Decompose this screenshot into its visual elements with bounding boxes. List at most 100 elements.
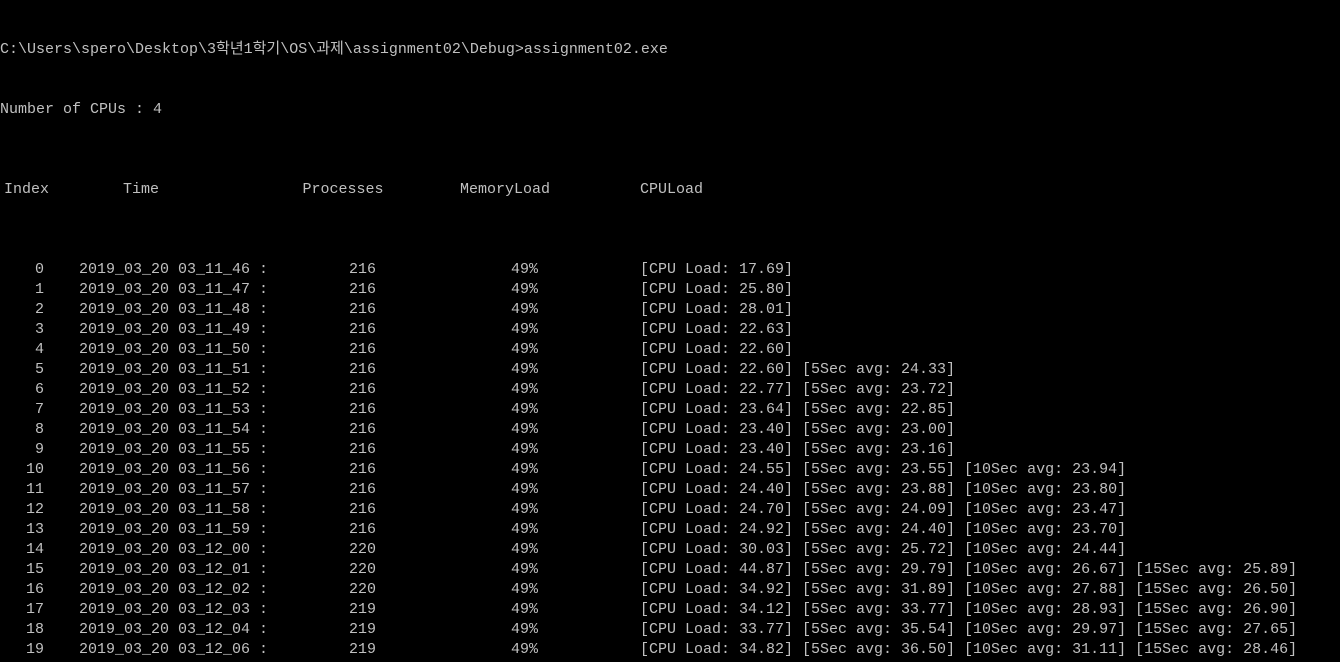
cell-index: 0 bbox=[0, 260, 50, 280]
cell-index: 11 bbox=[0, 480, 50, 500]
cell-processes: 216 bbox=[272, 300, 420, 320]
cell-cpuload: [CPU Load: 17.69] bbox=[590, 260, 1340, 280]
cell-cpuload: [CPU Load: 22.60] [5Sec avg: 24.33] bbox=[590, 360, 1340, 380]
cell-cpuload: [CPU Load: 34.92] [5Sec avg: 31.89] [10S… bbox=[590, 580, 1340, 600]
cell-processes: 216 bbox=[272, 480, 420, 500]
table-row: 22019_03_20 03_11_48 :21649%[CPU Load: 2… bbox=[0, 300, 1340, 320]
cell-memoryload: 49% bbox=[420, 480, 590, 500]
cell-index: 15 bbox=[0, 560, 50, 580]
table-row: 112019_03_20 03_11_57 :21649%[CPU Load: … bbox=[0, 480, 1340, 500]
cell-index: 4 bbox=[0, 340, 50, 360]
table-body: 02019_03_20 03_11_46 :21649%[CPU Load: 1… bbox=[0, 260, 1340, 662]
cell-processes: 216 bbox=[272, 320, 420, 340]
cell-index: 7 bbox=[0, 400, 50, 420]
cell-cpuload: [CPU Load: 24.55] [5Sec avg: 23.55] [10S… bbox=[590, 460, 1340, 480]
cell-cpuload: [CPU Load: 24.40] [5Sec avg: 23.88] [10S… bbox=[590, 480, 1340, 500]
cell-index: 2 bbox=[0, 300, 50, 320]
table-row: 132019_03_20 03_11_59 :21649%[CPU Load: … bbox=[0, 520, 1340, 540]
cell-processes: 216 bbox=[272, 460, 420, 480]
table-row: 42019_03_20 03_11_50 :21649%[CPU Load: 2… bbox=[0, 340, 1340, 360]
cell-memoryload: 49% bbox=[420, 320, 590, 340]
cell-memoryload: 49% bbox=[420, 260, 590, 280]
cell-memoryload: 49% bbox=[420, 640, 590, 660]
cell-cpuload: [CPU Load: 28.01] bbox=[590, 300, 1340, 320]
cell-cpuload: [CPU Load: 23.64] [5Sec avg: 22.85] bbox=[590, 400, 1340, 420]
table-row: 32019_03_20 03_11_49 :21649%[CPU Load: 2… bbox=[0, 320, 1340, 340]
cell-time: 2019_03_20 03_11_46 : bbox=[50, 260, 272, 280]
cell-memoryload: 49% bbox=[420, 620, 590, 640]
cell-time: 2019_03_20 03_11_51 : bbox=[50, 360, 272, 380]
cell-cpuload: [CPU Load: 44.87] [5Sec avg: 29.79] [10S… bbox=[590, 560, 1340, 580]
cell-index: 13 bbox=[0, 520, 50, 540]
cell-memoryload: 49% bbox=[420, 540, 590, 560]
cell-time: 2019_03_20 03_11_54 : bbox=[50, 420, 272, 440]
cell-time: 2019_03_20 03_12_01 : bbox=[50, 560, 272, 580]
table-row: 172019_03_20 03_12_03 :21949%[CPU Load: … bbox=[0, 600, 1340, 620]
cell-time: 2019_03_20 03_11_55 : bbox=[50, 440, 272, 460]
cell-cpuload: [CPU Load: 22.63] bbox=[590, 320, 1340, 340]
cell-memoryload: 49% bbox=[420, 560, 590, 580]
cell-memoryload: 49% bbox=[420, 500, 590, 520]
cell-processes: 216 bbox=[272, 360, 420, 380]
cell-memoryload: 49% bbox=[420, 580, 590, 600]
cell-processes: 219 bbox=[272, 640, 420, 660]
table-row: 162019_03_20 03_12_02 :22049%[CPU Load: … bbox=[0, 580, 1340, 600]
cell-time: 2019_03_20 03_11_48 : bbox=[50, 300, 272, 320]
header-index: Index bbox=[0, 180, 50, 200]
cell-processes: 220 bbox=[272, 540, 420, 560]
table-row: 152019_03_20 03_12_01 :22049%[CPU Load: … bbox=[0, 560, 1340, 580]
cell-time: 2019_03_20 03_11_56 : bbox=[50, 460, 272, 480]
cell-memoryload: 49% bbox=[420, 280, 590, 300]
cell-index: 10 bbox=[0, 460, 50, 480]
cell-memoryload: 49% bbox=[420, 420, 590, 440]
table-row: 122019_03_20 03_11_58 :21649%[CPU Load: … bbox=[0, 500, 1340, 520]
cell-time: 2019_03_20 03_12_02 : bbox=[50, 580, 272, 600]
cell-memoryload: 49% bbox=[420, 300, 590, 320]
header-time: Time bbox=[50, 180, 272, 200]
table-header: Index Time Processes MemoryLoad CPULoad bbox=[0, 180, 1340, 200]
cell-cpuload: [CPU Load: 22.77] [5Sec avg: 23.72] bbox=[590, 380, 1340, 400]
cell-index: 6 bbox=[0, 380, 50, 400]
cell-processes: 216 bbox=[272, 520, 420, 540]
cell-cpuload: [CPU Load: 22.60] bbox=[590, 340, 1340, 360]
cell-time: 2019_03_20 03_11_53 : bbox=[50, 400, 272, 420]
cell-cpuload: [CPU Load: 25.80] bbox=[590, 280, 1340, 300]
table-row: 02019_03_20 03_11_46 :21649%[CPU Load: 1… bbox=[0, 260, 1340, 280]
cell-time: 2019_03_20 03_12_04 : bbox=[50, 620, 272, 640]
table-row: 52019_03_20 03_11_51 :21649%[CPU Load: 2… bbox=[0, 360, 1340, 380]
cell-processes: 216 bbox=[272, 280, 420, 300]
cell-processes: 219 bbox=[272, 600, 420, 620]
cell-index: 12 bbox=[0, 500, 50, 520]
cell-cpuload: [CPU Load: 34.12] [5Sec avg: 33.77] [10S… bbox=[590, 600, 1340, 620]
terminal-window[interactable]: C:\Users\spero\Desktop\3학년1학기\OS\과제\assi… bbox=[0, 0, 1340, 662]
cell-index: 16 bbox=[0, 580, 50, 600]
command-prompt: C:\Users\spero\Desktop\3학년1학기\OS\과제\assi… bbox=[0, 40, 1340, 60]
cell-index: 3 bbox=[0, 320, 50, 340]
table-row: 102019_03_20 03_11_56 :21649%[CPU Load: … bbox=[0, 460, 1340, 480]
table-row: 72019_03_20 03_11_53 :21649%[CPU Load: 2… bbox=[0, 400, 1340, 420]
cell-time: 2019_03_20 03_11_57 : bbox=[50, 480, 272, 500]
cell-time: 2019_03_20 03_11_59 : bbox=[50, 520, 272, 540]
cell-time: 2019_03_20 03_11_58 : bbox=[50, 500, 272, 520]
cell-processes: 216 bbox=[272, 440, 420, 460]
cell-index: 5 bbox=[0, 360, 50, 380]
table-row: 192019_03_20 03_12_06 :21949%[CPU Load: … bbox=[0, 640, 1340, 660]
cell-time: 2019_03_20 03_11_52 : bbox=[50, 380, 272, 400]
cell-cpuload: [CPU Load: 23.40] [5Sec avg: 23.16] bbox=[590, 440, 1340, 460]
header-memoryload: MemoryLoad bbox=[420, 180, 590, 200]
cell-cpuload: [CPU Load: 30.03] [5Sec avg: 25.72] [10S… bbox=[590, 540, 1340, 560]
cell-processes: 216 bbox=[272, 380, 420, 400]
cell-index: 17 bbox=[0, 600, 50, 620]
cell-processes: 216 bbox=[272, 340, 420, 360]
table-row: 82019_03_20 03_11_54 :21649%[CPU Load: 2… bbox=[0, 420, 1340, 440]
cell-cpuload: [CPU Load: 24.70] [5Sec avg: 24.09] [10S… bbox=[590, 500, 1340, 520]
table-row: 182019_03_20 03_12_04 :21949%[CPU Load: … bbox=[0, 620, 1340, 640]
cell-index: 19 bbox=[0, 640, 50, 660]
cell-cpuload: [CPU Load: 34.82] [5Sec avg: 36.50] [10S… bbox=[590, 640, 1340, 660]
cell-index: 18 bbox=[0, 620, 50, 640]
cell-time: 2019_03_20 03_11_47 : bbox=[50, 280, 272, 300]
cell-processes: 216 bbox=[272, 260, 420, 280]
cell-cpuload: [CPU Load: 24.92] [5Sec avg: 24.40] [10S… bbox=[590, 520, 1340, 540]
cell-processes: 216 bbox=[272, 500, 420, 520]
header-processes: Processes bbox=[272, 180, 420, 200]
